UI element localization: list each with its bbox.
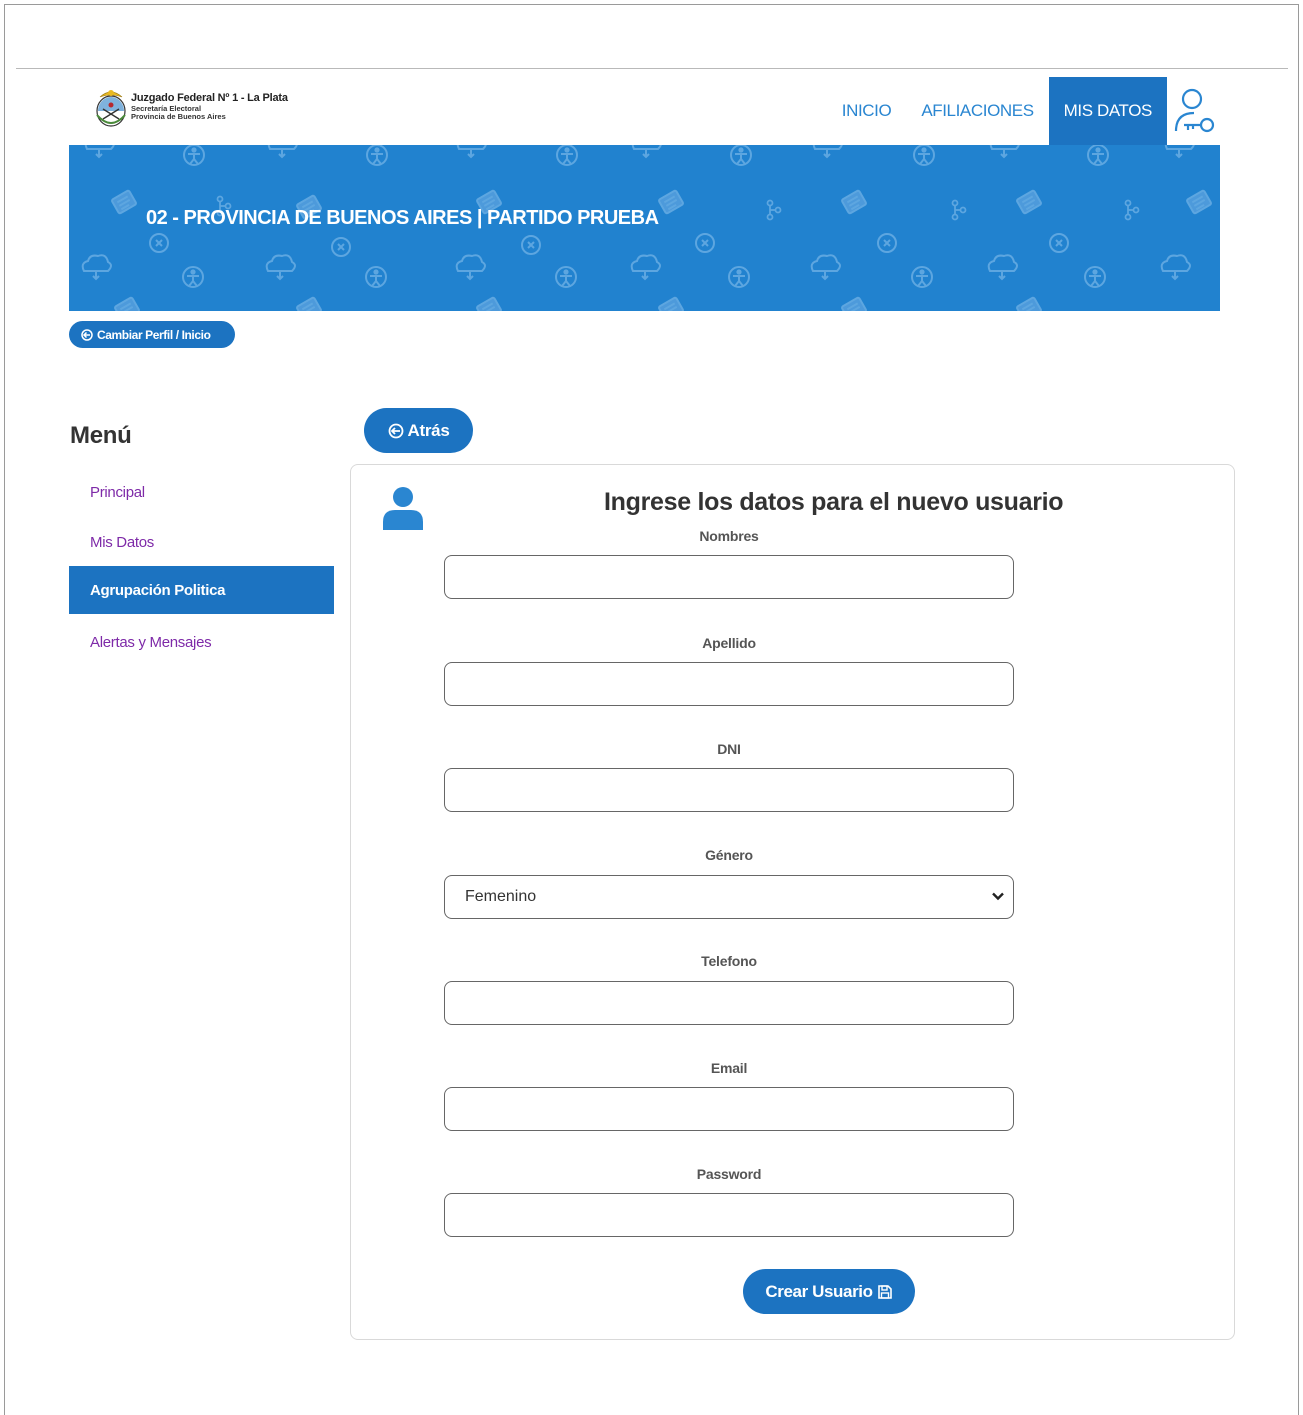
user-icon <box>383 487 423 530</box>
change-profile-button[interactable]: Cambiar Perfil / Inicio <box>69 321 235 348</box>
dni-input[interactable] <box>444 768 1014 812</box>
form-title: Ingrese los datos para el nuevo usuario <box>604 488 1064 516</box>
arrow-circle-left-icon <box>81 328 93 341</box>
site-header: Juzgado Federal Nº 1 - La Plata Secretar… <box>69 77 1220 145</box>
create-user-label: Crear Usuario <box>765 1281 873 1301</box>
user-key-icon <box>1174 88 1214 133</box>
banner-title: 02 - PROVINCIA DE BUENOS AIRES | PARTIDO… <box>146 207 659 229</box>
sidebar-title: Menú <box>70 422 132 449</box>
top-divider <box>16 68 1288 69</box>
telefono-label: Telefono <box>701 953 757 969</box>
user-account-button[interactable] <box>1167 77 1220 145</box>
back-button[interactable]: Atrás <box>364 408 473 453</box>
telefono-input[interactable] <box>444 981 1014 1025</box>
chevron-down-icon <box>992 892 1004 901</box>
nombres-label: Nombres <box>699 528 759 544</box>
brand-logo[interactable]: Juzgado Federal Nº 1 - La Plata Secretar… <box>95 85 288 129</box>
apellido-input[interactable] <box>444 662 1014 706</box>
sidebar-item-alertas-mensajes[interactable]: Alertas y Mensajes <box>69 618 334 666</box>
email-input[interactable] <box>444 1087 1014 1131</box>
back-label: Atrás <box>407 420 450 440</box>
password-label: Password <box>696 1166 762 1182</box>
nav-item-afiliaciones[interactable]: AFILIACIONES <box>906 77 1048 145</box>
main-nav: INICIO AFILIACIONES MIS DATOS <box>827 77 1220 145</box>
nav-item-mis-datos[interactable]: MIS DATOS <box>1048 77 1167 145</box>
brand-subtitle-2: Provincia de Buenos Aires <box>131 111 226 121</box>
arrow-circle-left-icon <box>388 423 403 438</box>
apellido-label: Apellido <box>702 635 756 651</box>
email-label: Email <box>710 1060 748 1076</box>
password-input[interactable] <box>444 1193 1014 1237</box>
change-profile-label: Cambiar Perfil / Inicio <box>97 327 211 342</box>
genero-label: Género <box>705 847 753 863</box>
genero-select[interactable]: Femenino <box>444 875 1014 919</box>
sidebar-item-principal[interactable]: Principal <box>69 468 334 516</box>
page-banner: 02 - PROVINCIA DE BUENOS AIRES | PARTIDO… <box>69 145 1220 311</box>
sidebar-item-mis-datos[interactable]: Mis Datos <box>69 518 334 566</box>
argentina-seal-icon <box>96 90 126 127</box>
nav-item-inicio[interactable]: INICIO <box>827 77 907 145</box>
create-user-button[interactable]: Crear Usuario <box>743 1269 915 1314</box>
dni-label: DNI <box>717 741 741 757</box>
genero-selected-value: Femenino <box>465 888 537 905</box>
floppy-disk-icon <box>877 1284 892 1299</box>
sidebar-item-agrupacion-politica[interactable]: Agrupación Politica <box>69 566 334 614</box>
nombres-input[interactable] <box>444 555 1014 599</box>
